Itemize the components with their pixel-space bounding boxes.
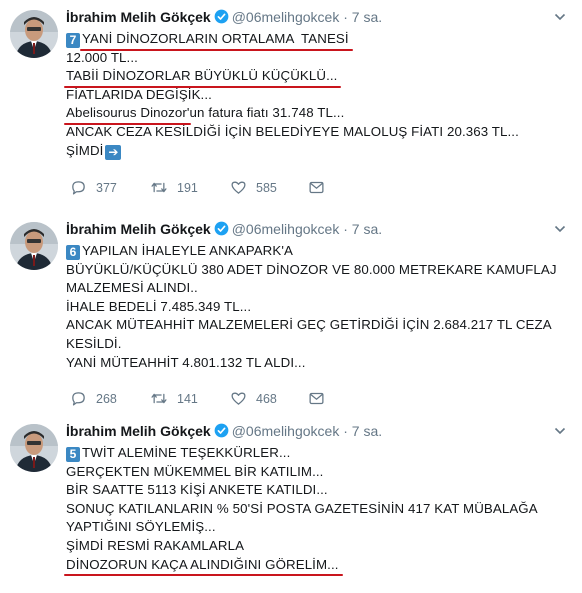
reply-icon bbox=[72, 392, 85, 406]
message-button[interactable] bbox=[308, 390, 334, 408]
separator-dot: · bbox=[343, 9, 348, 25]
tweet-2[interactable]: İbrahim Melih Gökçek @06melihgokcek · 7 s… bbox=[0, 212, 582, 415]
retweet-icon bbox=[151, 393, 167, 404]
tweet-header: İbrahim Melih Gökçek @06melihgokcek · 7 s… bbox=[66, 422, 382, 442]
underlined-text: TABİİ DİNOZORLAR BÜYÜKLÜ KÜÇÜKLÜ... bbox=[63, 67, 342, 88]
tweet-1[interactable]: İbrahim Melih Gökçek @06melihgokcek · 7 s… bbox=[0, 0, 582, 213]
tweet-line: BİR SAATTE 5113 KİŞİ ANKETE KATILDI... bbox=[66, 482, 328, 498]
like-count: 585 bbox=[256, 181, 277, 195]
author-name[interactable]: İbrahim Melih Gökçek bbox=[66, 423, 211, 439]
chevron-down-icon[interactable] bbox=[554, 424, 566, 442]
tweet-3[interactable]: İbrahim Melih Gökçek @06melihgokcek · 7 s… bbox=[0, 414, 582, 593]
tweet-line: KESİLDİ. bbox=[66, 335, 122, 351]
tweet-line: İHALE BEDELİ 7.485.349 TL... bbox=[66, 298, 252, 314]
tweet-text: 5 TWİT ALEMİNE TEŞEKKÜRLER... GERÇEKTEN M… bbox=[64, 444, 571, 576]
like-button[interactable]: 468 bbox=[230, 390, 277, 408]
verified-badge-icon bbox=[214, 221, 229, 240]
heart-icon bbox=[231, 181, 246, 194]
retweet-count: 191 bbox=[177, 181, 198, 195]
tweet-line: ŞİMDİ bbox=[66, 142, 104, 158]
avatar[interactable] bbox=[10, 424, 58, 472]
avatar[interactable] bbox=[10, 222, 58, 270]
reply-count: 268 bbox=[96, 392, 117, 406]
underlined-text: DİNOZORUN KAÇA ALINDIĞINI GÖRELİM... bbox=[64, 556, 343, 576]
chevron-down-icon[interactable] bbox=[554, 10, 566, 28]
underlined-text: Abelisourus Dinozor bbox=[64, 104, 191, 125]
tweet-timestamp[interactable]: 7 sa. bbox=[352, 221, 382, 237]
retweet-button[interactable]: 141 bbox=[150, 390, 198, 408]
tweet-text: 7 YANİ DİNOZORLARIN ORTALAMA TANESİ 12.00… bbox=[63, 30, 571, 160]
message-button[interactable] bbox=[308, 179, 334, 197]
keycap-number-emoji: 7 bbox=[66, 33, 80, 48]
author-handle[interactable]: @06melihgokcek bbox=[232, 221, 340, 237]
tweet-timestamp[interactable]: 7 sa. bbox=[352, 9, 382, 25]
retweet-count: 141 bbox=[177, 392, 198, 406]
separator-dot: · bbox=[343, 423, 348, 439]
like-count: 468 bbox=[256, 392, 277, 406]
tweet-line: ANCAK MÜTEAHHİT MALZEMELERİ GEÇ GETİRDİĞ… bbox=[66, 317, 552, 333]
envelope-icon bbox=[309, 181, 324, 194]
reply-button[interactable]: 268 bbox=[70, 390, 117, 408]
verified-badge-icon bbox=[214, 9, 229, 28]
tweet-line: ŞİMDİ RESMİ RAKAMLARLA bbox=[66, 537, 245, 553]
underlined-text: YANİ DİNOZORLARIN ORTALAMA TANESİ bbox=[80, 30, 353, 51]
retweet-button[interactable]: 191 bbox=[150, 179, 198, 197]
tweet-text: 6 YAPILAN İHALEYLE ANKAPARK'A BÜYÜKLÜ/KÜÇ… bbox=[66, 242, 571, 372]
chevron-down-icon[interactable] bbox=[554, 222, 566, 240]
reply-button[interactable]: 377 bbox=[70, 179, 117, 197]
separator-dot: · bbox=[343, 221, 348, 237]
tweet-line: SONUÇ KATILANLARIN % 50'Sİ POSTA GAZETES… bbox=[66, 500, 538, 516]
tweet-line: YAPTIĞINI SÖYLEMİŞ... bbox=[66, 519, 216, 535]
tweet-line: YANİ MÜTEAHHİT 4.801.132 TL ALDI... bbox=[66, 354, 306, 370]
tweet-timestamp[interactable]: 7 sa. bbox=[352, 423, 382, 439]
tweet-line: BÜYÜKLÜ/KÜÇÜKLÜ 380 ADET DİNOZOR VE 80.0… bbox=[66, 261, 557, 277]
tweet-line: YAPILAN İHALEYLE ANKAPARK'A bbox=[82, 243, 293, 258]
avatar[interactable] bbox=[10, 10, 58, 58]
tweet-line: 'un fatura fiatı 31.748 TL... bbox=[186, 105, 345, 121]
author-name[interactable]: İbrahim Melih Gökçek bbox=[66, 221, 211, 237]
envelope-icon bbox=[309, 392, 324, 405]
author-handle[interactable]: @06melihgokcek bbox=[232, 423, 340, 439]
tweet-line: GERÇEKTEN MÜKEMMEL BİR KATILIM... bbox=[66, 463, 324, 479]
tweet-line: 12.000 TL... bbox=[66, 49, 138, 65]
tweet-header: İbrahim Melih Gökçek @06melihgokcek · 7 s… bbox=[66, 8, 382, 28]
keycap-number-emoji: 6 bbox=[66, 245, 80, 260]
tweet-line: TWİT ALEMİNE TEŞEKKÜRLER... bbox=[82, 445, 291, 460]
tweet-header: İbrahim Melih Gökçek @06melihgokcek · 7 s… bbox=[66, 220, 382, 240]
author-handle[interactable]: @06melihgokcek bbox=[232, 9, 340, 25]
tweet-line: MALZEMESİ ALINDI.. bbox=[66, 280, 198, 296]
verified-badge-icon bbox=[214, 423, 229, 442]
author-name[interactable]: İbrahim Melih Gökçek bbox=[66, 9, 211, 25]
keycap-number-emoji: 5 bbox=[66, 447, 80, 462]
tweet-line: FİATLARIDA DEGİŞİK... bbox=[66, 86, 212, 102]
right-arrow-emoji: ➔ bbox=[105, 144, 122, 160]
tweet-line: ANCAK CEZA KESİLDİĞİ İÇİN BELEDİYEYE MAL… bbox=[66, 123, 519, 139]
heart-icon bbox=[231, 392, 246, 405]
reply-icon bbox=[72, 181, 85, 195]
reply-count: 377 bbox=[96, 181, 117, 195]
retweet-icon bbox=[151, 182, 167, 193]
like-button[interactable]: 585 bbox=[230, 179, 277, 197]
